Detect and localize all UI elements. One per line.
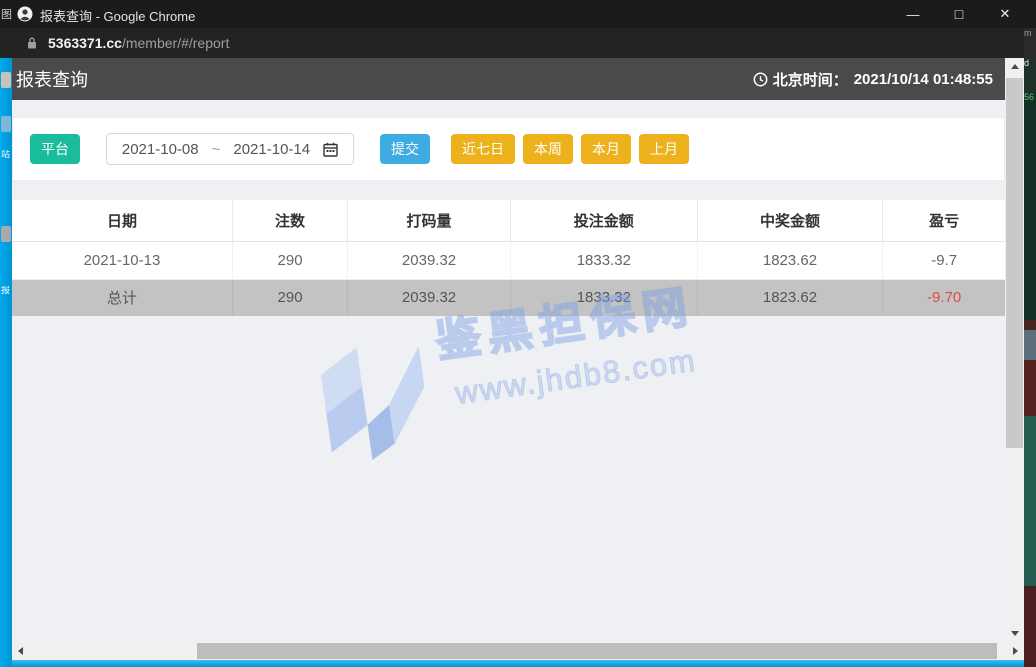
date-to-value[interactable]: 2021-10-14 <box>233 141 310 158</box>
quick-range-buttons: 近七日本周本月上月 <box>451 134 697 164</box>
background-fragment <box>1024 360 1036 416</box>
background-window-fragment: 图 <box>1 6 12 22</box>
page-favicon-icon <box>17 6 33 22</box>
platform-button[interactable]: 平台 <box>30 134 80 164</box>
column-header-0: 日期 <box>12 200 232 241</box>
watermark-logo-icon <box>307 330 435 468</box>
beijing-time-label: 北京时间： <box>773 69 848 90</box>
column-header-3: 投注金额 <box>510 200 697 241</box>
table-cell: 2039.32 <box>348 279 511 316</box>
maximize-button[interactable]: □ <box>936 0 982 28</box>
lock-icon <box>26 36 38 50</box>
table-cell: -9.7 <box>883 241 1005 279</box>
table-cell: -9.70 <box>883 279 1005 316</box>
date-range-separator: ~ <box>212 141 221 158</box>
calendar-icon[interactable] <box>323 142 338 157</box>
scroll-down-arrow[interactable] <box>1005 625 1024 642</box>
url-text: 5363371.cc/member/#/report <box>48 35 229 51</box>
desktop-icon <box>1 226 11 242</box>
background-fragment <box>1024 330 1036 360</box>
clock-icon <box>753 72 768 87</box>
background-fragment: m <box>1024 28 1036 58</box>
vertical-scrollbar[interactable] <box>1005 58 1024 642</box>
minimize-button[interactable]: — <box>890 0 936 28</box>
page-header: 报表查询 北京时间： 2021/10/14 01:48:55 <box>12 58 1005 100</box>
scroll-right-arrow[interactable] <box>1007 642 1024 660</box>
report-page: 报表查询 北京时间： 2021/10/14 01:48:55 平台 2021-1… <box>12 58 1005 642</box>
url-path: /member/#/report <box>122 35 229 51</box>
table-cell: 1833.32 <box>510 279 697 316</box>
desktop-icon <box>1 72 11 88</box>
vertical-scrollbar-thumb[interactable] <box>1006 78 1023 448</box>
table-cell: 1833.32 <box>510 241 697 279</box>
background-fragment <box>1024 586 1036 667</box>
background-window-edge-bottom <box>12 660 1024 667</box>
table-cell: 总计 <box>12 279 232 316</box>
desktop-icon-label: 站 <box>1 150 12 159</box>
table-cell: 1823.62 <box>697 279 883 316</box>
horizontal-scrollbar-thumb[interactable] <box>197 643 997 659</box>
scroll-left-arrow[interactable] <box>12 642 29 660</box>
beijing-time-value: 2021/10/14 01:48:55 <box>854 71 993 88</box>
page-title: 报表查询 <box>16 66 88 92</box>
browser-titlebar: 图 报表查询 - Google Chrome — □ ✕ <box>0 0 1036 28</box>
desktop-icon-label: 报 <box>1 286 12 295</box>
background-fragment <box>1024 320 1036 330</box>
quick-range-button-2[interactable]: 本月 <box>581 134 631 164</box>
scroll-up-arrow[interactable] <box>1005 58 1024 75</box>
table-cell: 2021-10-13 <box>12 241 232 279</box>
table-cell: 2039.32 <box>348 241 511 279</box>
table-row-total: 总计2902039.321833.321823.62-9.70 <box>12 279 1005 316</box>
report-table: 日期注数打码量投注金额中奖金额盈亏 2021-10-132902039.3218… <box>12 200 1005 316</box>
background-fragment: d <box>1024 58 1036 92</box>
date-from-value[interactable]: 2021-10-08 <box>122 141 199 158</box>
quick-range-button-0[interactable]: 近七日 <box>451 134 515 164</box>
table-row: 2021-10-132902039.321833.321823.62-9.7 <box>12 241 1005 279</box>
url-host: 5363371.cc <box>48 35 122 51</box>
table-cell: 1823.62 <box>697 241 883 279</box>
column-header-2: 打码量 <box>348 200 511 241</box>
table-cell: 290 <box>232 279 347 316</box>
quick-range-button-3[interactable]: 上月 <box>639 134 689 164</box>
filter-panel: 平台 2021-10-08 ~ 2021-10-14 <box>12 117 1005 181</box>
column-header-5: 盈亏 <box>883 200 1005 241</box>
table-cell: 290 <box>232 241 347 279</box>
column-header-4: 中奖金额 <box>697 200 883 241</box>
background-window-edge-right: m d 56 <box>1024 28 1036 667</box>
submit-button[interactable]: 提交 <box>380 134 430 164</box>
desktop-edge-left: 站 报 <box>0 58 12 667</box>
date-range-input[interactable]: 2021-10-08 ~ 2021-10-14 <box>106 133 354 165</box>
table-header-row: 日期注数打码量投注金额中奖金额盈亏 <box>12 200 1005 241</box>
window-title: 报表查询 - Google Chrome <box>40 6 195 25</box>
desktop-icon <box>1 116 11 132</box>
horizontal-scrollbar[interactable] <box>12 642 1024 660</box>
beijing-time: 北京时间： 2021/10/14 01:48:55 <box>753 69 993 90</box>
watermark-site-url: www.jhdb8.com <box>453 342 704 412</box>
column-header-1: 注数 <box>232 200 347 241</box>
quick-range-button-1[interactable]: 本周 <box>523 134 573 164</box>
close-button[interactable]: ✕ <box>982 0 1028 28</box>
background-fragment: 56 <box>1024 92 1036 320</box>
background-fragment <box>1024 416 1036 586</box>
address-bar[interactable]: 5363371.cc/member/#/report <box>0 28 1024 58</box>
